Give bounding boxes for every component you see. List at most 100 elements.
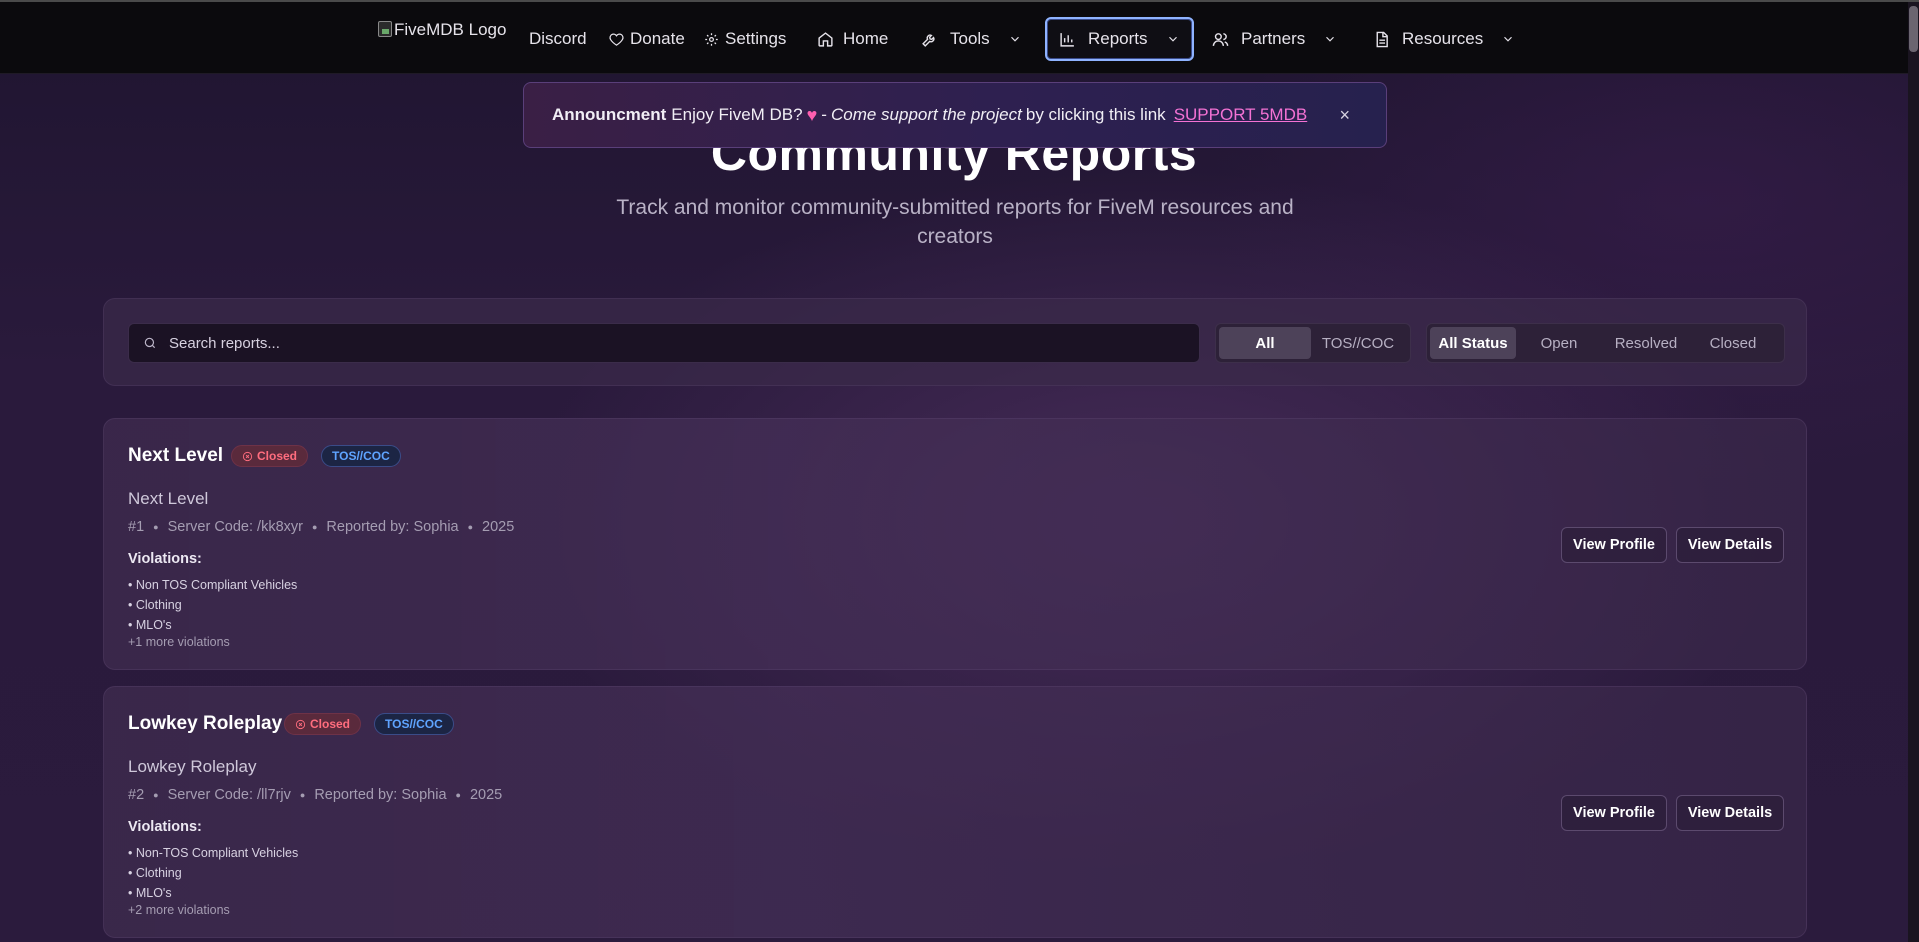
filter-type-tos-coc[interactable]: TOS//COC [1311, 327, 1405, 359]
page-scrollbar[interactable] [1908, 2, 1919, 942]
nav-partners[interactable]: Partners [1212, 18, 1337, 60]
announcement-italic: Come support the project [830, 105, 1022, 124]
filter-status-all[interactable]: All Status [1430, 327, 1516, 359]
violations-heading: Violations: [128, 551, 202, 567]
gear-icon [704, 32, 719, 47]
home-icon [817, 31, 834, 48]
server-code: Server Code: /kk8xyr [167, 519, 303, 535]
report-id: #2 [128, 787, 145, 803]
violation-item: • Non TOS Compliant Vehicles [128, 578, 298, 592]
view-profile-button[interactable]: View Profile [1561, 795, 1667, 831]
chevron-down-icon [1501, 32, 1515, 46]
view-details-button[interactable]: View Details [1676, 795, 1784, 831]
search-input[interactable] [169, 334, 1069, 352]
nav-home[interactable]: Home [817, 18, 888, 60]
top-navbar: FiveMDB Logo Discord Donate Settings Hom… [0, 2, 1908, 74]
violations-list: • Non-TOS Compliant Vehicles • Clothing … [128, 843, 298, 903]
category-badge: TOS//COC [321, 445, 401, 467]
separator-dot: ● [311, 522, 318, 532]
view-profile-button[interactable]: View Profile [1561, 527, 1667, 563]
x-circle-icon [295, 719, 306, 730]
report-meta: #2 ● Server Code: /ll7rjv ● Reported by:… [128, 787, 502, 803]
page-subtitle: Track and monitor community-submitted re… [616, 196, 1294, 248]
report-id: #1 [128, 519, 145, 535]
nav-home-label: Home [843, 29, 889, 48]
heart-icon: ♥ [806, 104, 818, 125]
heart-icon [609, 32, 624, 47]
nav-settings[interactable]: Settings [704, 18, 786, 60]
report-meta: #1 ● Server Code: /kk8xyr ● Reported by:… [128, 519, 514, 535]
broken-image-icon [378, 21, 392, 37]
site-logo[interactable]: FiveMDB Logo [378, 20, 506, 40]
announcement-label: Announcment [552, 105, 667, 124]
nav-reports[interactable]: Reports [1045, 17, 1194, 61]
nav-discord[interactable]: Discord [529, 18, 587, 60]
nav-donate-label: Donate [630, 29, 685, 48]
report-card: Lowkey Roleplay Closed TOS//COC Lowkey R… [103, 686, 1807, 938]
report-card: Next Level Closed TOS//COC Next Level #1… [103, 418, 1807, 670]
violations-list: • Non TOS Compliant Vehicles • Clothing … [128, 575, 297, 635]
nav-resources-label: Resources [1402, 29, 1484, 48]
separator-dot: ● [467, 522, 474, 532]
support-link[interactable]: SUPPORT 5MDB [1174, 105, 1308, 125]
nav-settings-label: Settings [725, 29, 787, 48]
announcement-text-2: by clicking this link [1025, 105, 1166, 124]
chevron-down-icon [1323, 32, 1337, 46]
filter-status-open[interactable]: Open [1516, 327, 1602, 359]
report-title[interactable]: Lowkey Roleplay [128, 713, 282, 735]
category-badge: TOS//COC [374, 713, 454, 735]
search-field[interactable] [128, 323, 1200, 363]
report-subtitle: Lowkey Roleplay [128, 757, 257, 776]
separator-dot: ● [299, 790, 306, 800]
violations-heading: Violations: [128, 819, 202, 835]
separator-dot: ● [153, 790, 159, 800]
announcement-dash: - [821, 105, 827, 124]
violation-item: • MLO's [128, 618, 172, 632]
announcement-banner: Announcment Enjoy FiveM DB? ♥ - Come sup… [523, 82, 1387, 148]
status-badge-label: Closed [310, 717, 351, 731]
violation-item: • MLO's [128, 886, 172, 900]
document-icon [1373, 31, 1390, 48]
reported-by: Reported by: Sophia [326, 519, 459, 535]
reported-by: Reported by: Sophia [314, 787, 447, 803]
report-year: 2025 [469, 787, 503, 803]
violation-item: • Clothing [128, 866, 182, 880]
more-violations: +1 more violations [128, 635, 230, 649]
filter-status-resolved[interactable]: Resolved [1602, 327, 1690, 359]
more-violations: +2 more violations [128, 903, 230, 917]
announcement-text: Enjoy FiveM DB? [671, 105, 803, 124]
filter-bar: All TOS//COC All Status Open Resolved Cl… [103, 298, 1807, 386]
status-badge-label: Closed [257, 449, 298, 463]
separator-dot: ● [153, 522, 159, 532]
violation-item: • Non-TOS Compliant Vehicles [128, 846, 299, 860]
logo-alt-text: FiveMDB Logo [394, 20, 507, 39]
nav-discord-label: Discord [529, 29, 587, 48]
report-year: 2025 [482, 519, 515, 535]
report-title[interactable]: Next Level [128, 445, 223, 467]
chevron-down-icon [1166, 32, 1180, 46]
filter-type-all[interactable]: All [1219, 327, 1311, 359]
x-circle-icon [242, 451, 253, 462]
status-badge: Closed [231, 445, 309, 467]
view-details-button[interactable]: View Details [1676, 527, 1784, 563]
nav-tools-label: Tools [950, 29, 990, 48]
nav-donate[interactable]: Donate [609, 18, 685, 60]
filter-status-closed[interactable]: Closed [1690, 327, 1776, 359]
server-code: Server Code: /ll7rjv [167, 787, 291, 803]
type-filter-group: All TOS//COC [1215, 323, 1411, 363]
nav-resources[interactable]: Resources [1373, 18, 1515, 60]
violation-item: • Clothing [128, 598, 182, 612]
search-icon [143, 336, 157, 350]
nav-partners-label: Partners [1241, 29, 1306, 48]
nav-tools[interactable]: Tools [921, 18, 1022, 60]
status-badge: Closed [284, 713, 362, 735]
chevron-down-icon [1008, 32, 1022, 46]
nav-reports-label: Reports [1088, 29, 1148, 48]
users-icon [1212, 31, 1229, 48]
separator-dot: ● [455, 790, 461, 800]
close-icon[interactable]: × [1339, 105, 1350, 126]
wrench-icon [921, 31, 938, 48]
status-filter-group: All Status Open Resolved Closed [1426, 323, 1785, 363]
bar-chart-icon [1059, 31, 1076, 48]
scrollbar-thumb[interactable] [1909, 6, 1918, 52]
